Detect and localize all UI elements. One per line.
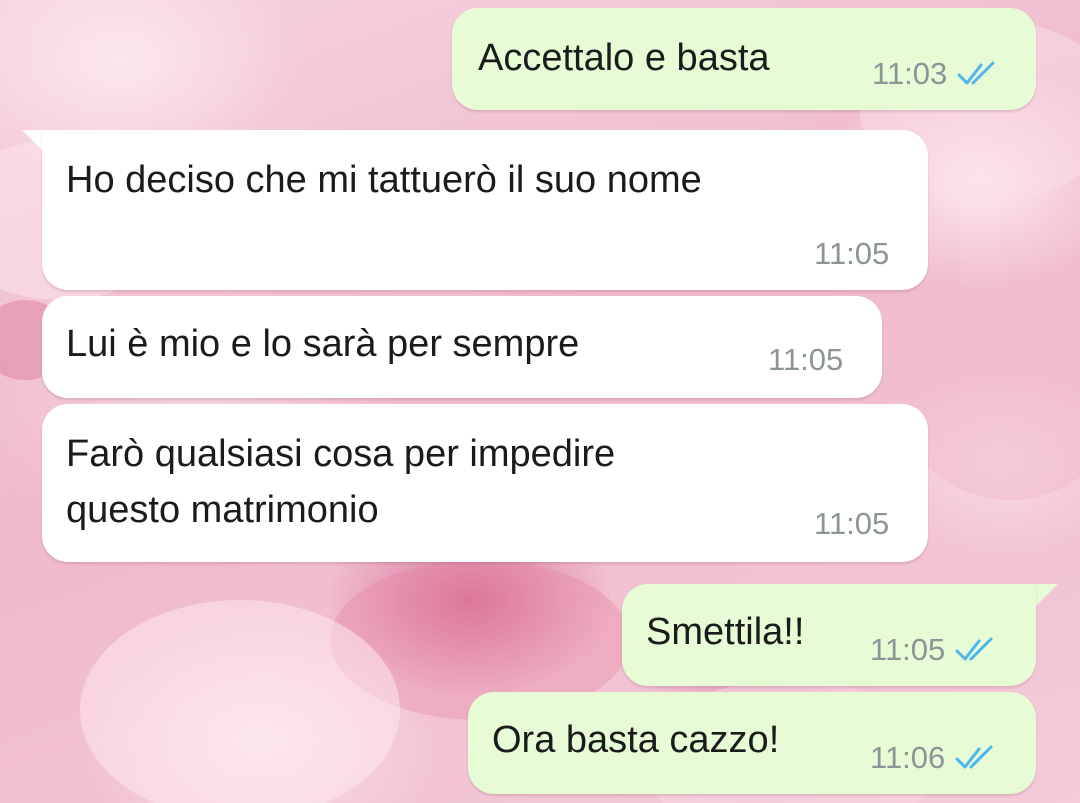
message-meta: 11:03	[872, 56, 1001, 92]
double-check-read-icon	[957, 61, 995, 85]
message-bubble-incoming[interactable]: Lui è mio e lo sarà per sempre 11:05	[42, 296, 882, 398]
message-bubble-incoming[interactable]: Ho deciso che mi tattuerò il suo nome 11…	[42, 130, 928, 290]
message-time: 11:06	[870, 740, 946, 775]
message-meta: 11:05	[870, 632, 999, 668]
message-bubble-outgoing[interactable]: Smettila!! 11:05	[622, 584, 1036, 686]
message-time: 11:05	[870, 632, 946, 667]
bubble-tail	[1036, 584, 1058, 606]
message-meta: 11:06	[870, 740, 999, 776]
message-text: Farò qualsiasi cosa per impedire questo …	[66, 433, 616, 531]
message-meta: 11:05	[768, 342, 843, 378]
double-check-read-icon	[955, 637, 993, 661]
message-text: Smettila!!	[646, 611, 805, 653]
double-check-read-icon	[955, 745, 993, 769]
message-time: 11:03	[872, 56, 948, 91]
message-text: Ora basta cazzo!	[492, 719, 780, 761]
message-meta: 11:05	[814, 506, 889, 542]
message-time: 11:05	[814, 506, 890, 541]
message-text: Accettalo e basta	[478, 37, 770, 79]
message-bubble-outgoing[interactable]: Ora basta cazzo! 11:06	[468, 692, 1036, 794]
message-time: 11:05	[768, 342, 844, 377]
message-time: 11:05	[814, 236, 890, 271]
message-text: Lui è mio e lo sarà per sempre	[66, 323, 580, 365]
bubble-tail	[22, 130, 44, 152]
message-bubble-incoming[interactable]: Farò qualsiasi cosa per impedire questo …	[42, 404, 928, 562]
message-bubble-outgoing[interactable]: Accettalo e basta 11:03	[452, 8, 1036, 110]
message-text: Ho deciso che mi tattuerò il suo nome	[66, 159, 702, 201]
message-meta: 11:05	[814, 236, 889, 272]
